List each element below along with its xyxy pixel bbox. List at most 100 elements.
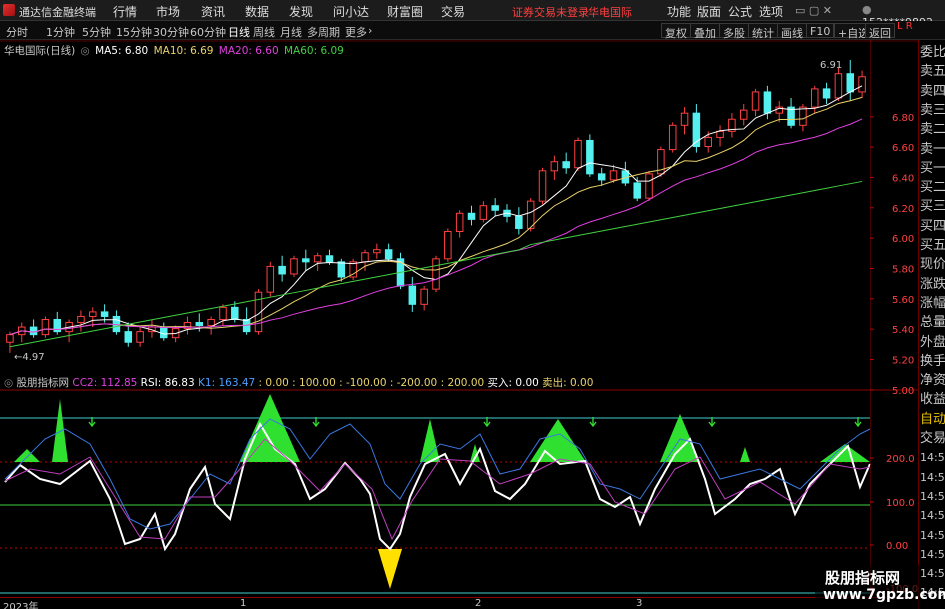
period-toolbar: 分时 1分钟 5分钟 15分钟 30分钟 60分钟 日线 周线 月线 多周期 更… xyxy=(0,21,945,40)
window-control-icons[interactable]: ▭ ▢ ✕ xyxy=(795,4,832,17)
ma20-label: MA20: 6.60 xyxy=(218,45,279,57)
menu-wenxiaoda[interactable]: 问小达 xyxy=(333,3,369,20)
candle-body xyxy=(645,173,653,199)
watermark-title: 股朋指标网 xyxy=(825,569,901,587)
menu-xuanxiang[interactable]: 选项 xyxy=(759,3,783,20)
period-30min[interactable]: 30分钟 xyxy=(153,24,189,40)
current-stock-name: 华电国际 xyxy=(588,6,632,19)
user-account[interactable]: ● 152****9892 xyxy=(862,3,942,29)
candle-body xyxy=(420,288,428,305)
candle-body xyxy=(77,315,85,324)
k1-label: K1: 163.47 xyxy=(198,377,256,389)
candle-body xyxy=(538,170,547,202)
candle-body xyxy=(597,173,606,181)
menu-gongshi[interactable]: 公式 xyxy=(728,3,752,20)
candle-body xyxy=(207,318,215,327)
menu-caifuquan[interactable]: 财富圈 xyxy=(387,3,423,20)
menu-hangqing[interactable]: 行情 xyxy=(113,3,137,20)
period-fenshi[interactable]: 分时 xyxy=(6,24,28,40)
draw-line-button[interactable]: 画线 xyxy=(777,23,807,40)
period-multi[interactable]: 多周期 xyxy=(307,24,340,40)
candle-body xyxy=(136,331,144,343)
high-price-label: 6.91 xyxy=(820,60,842,71)
candle-body xyxy=(100,311,109,317)
period-15min[interactable]: 15分钟 xyxy=(116,24,152,40)
quote-panel-item: 14:56 xyxy=(920,528,945,542)
price-tick-label: 6.80 xyxy=(892,113,914,124)
date-axis: 2023年 1 2 3 xyxy=(0,597,918,609)
candle-body xyxy=(822,88,831,99)
menu-shichang[interactable]: 市场 xyxy=(156,3,180,20)
k1-line xyxy=(4,418,871,530)
menu-banmian[interactable]: 版面 xyxy=(697,3,721,20)
candle-body xyxy=(231,306,239,320)
candle-body xyxy=(668,124,677,151)
price-tick-label: 5.20 xyxy=(892,355,914,366)
back-button[interactable]: 返回 xyxy=(865,23,895,40)
candle-body xyxy=(302,258,310,263)
f10-button[interactable]: F10 xyxy=(806,23,835,38)
app-logo-icon xyxy=(3,4,15,16)
chevron-right-icon[interactable]: › xyxy=(368,24,372,37)
stats-button[interactable]: 统计 xyxy=(748,23,778,40)
candle-body xyxy=(763,91,772,114)
quote-panel-item: 14:56 xyxy=(920,567,945,581)
app-title: 通达信金融终端 xyxy=(19,6,96,19)
levels-label: : 0.00 : 100.00 : -100.00 : -200.00 : 20… xyxy=(258,377,485,389)
candle-body xyxy=(361,252,369,263)
quote-panel-item[interactable]: 自动 xyxy=(920,411,945,429)
period-monthly[interactable]: 月线 xyxy=(280,24,302,40)
date-label: 3 xyxy=(636,598,643,609)
sub-tick-label: 0.00 xyxy=(886,541,908,552)
candle-body xyxy=(124,331,133,343)
ma10-line xyxy=(9,96,863,336)
date-label: 1 xyxy=(240,598,247,609)
quote-panel-item: 买五 xyxy=(920,238,945,253)
quote-panel-item[interactable]: 交易 xyxy=(920,430,945,448)
toggle-icon[interactable]: ◎ xyxy=(81,45,90,57)
candle-body xyxy=(526,200,535,229)
date-label: 2023年 xyxy=(3,602,39,609)
ma60-label: MA60: 6.09 xyxy=(284,45,344,57)
period-5min[interactable]: 5分钟 xyxy=(82,24,111,40)
overlay-button[interactable]: 叠加 xyxy=(690,23,720,40)
quote-panel-item: 买三 xyxy=(920,199,945,215)
period-60min[interactable]: 60分钟 xyxy=(190,24,226,40)
toggle-icon[interactable]: ◎ xyxy=(4,377,13,389)
menu-zixun[interactable]: 资讯 xyxy=(201,3,225,20)
candle-body xyxy=(562,161,570,169)
candle-body xyxy=(313,255,322,263)
multi-stock-button[interactable]: 多股 xyxy=(719,23,749,40)
candle-body xyxy=(858,76,866,93)
candle-body xyxy=(810,88,819,108)
menu-bar: 通达信金融终端 行情 市场 资讯 数据 发现 问小达 财富圈 交易 证券交易未登… xyxy=(0,0,945,29)
indicator-chart[interactable] xyxy=(0,389,918,598)
quote-panel-item: 涨跌 xyxy=(920,276,945,292)
quote-panel-item: 委比 xyxy=(920,45,945,60)
period-1min[interactable]: 1分钟 xyxy=(46,24,75,40)
candle-body xyxy=(799,106,807,126)
candlestick-chart[interactable]: 6.91 ←4.97 xyxy=(0,40,918,371)
ma20-line xyxy=(9,118,863,336)
user-icon: ● xyxy=(862,3,872,16)
indicator-name[interactable]: 股朋指标网 xyxy=(17,377,70,389)
menu-faxian[interactable]: 发现 xyxy=(289,3,313,20)
menu-shuju[interactable]: 数据 xyxy=(245,3,269,20)
quote-panel-item: 14:56 xyxy=(920,547,945,561)
period-more[interactable]: 更多 xyxy=(345,24,367,40)
candle-body xyxy=(444,230,452,260)
period-weekly[interactable]: 周线 xyxy=(253,24,275,40)
quote-panel-item: 14:56 xyxy=(920,470,945,484)
fuquan-button[interactable]: 复权 xyxy=(661,23,691,40)
quote-panel-item: 总量 xyxy=(920,315,945,331)
quote-panel-item: 卖二 xyxy=(920,122,945,138)
candle-body xyxy=(325,255,334,263)
trade-login-status[interactable]: 证券交易未登录 xyxy=(512,4,589,20)
indicator-legend: ◎ 股朋指标网 CC2: 112.85 RSI: 86.83 K1: 163.4… xyxy=(4,375,593,390)
period-daily[interactable]: 日线 xyxy=(228,24,250,40)
menu-gongneng[interactable]: 功能 xyxy=(667,3,691,20)
quote-panel: 委比 卖五 卖四 卖三 卖二 卖一 买一 买二 买三 买四 买五 现价 涨跌 涨幅 总量 外盘 换手 净资 收益 自动… xyxy=(918,40,945,609)
candle-body xyxy=(479,205,488,220)
sell-label: 卖出: 0.00 xyxy=(542,377,594,389)
menu-jiaoyi[interactable]: 交易 xyxy=(441,3,465,20)
